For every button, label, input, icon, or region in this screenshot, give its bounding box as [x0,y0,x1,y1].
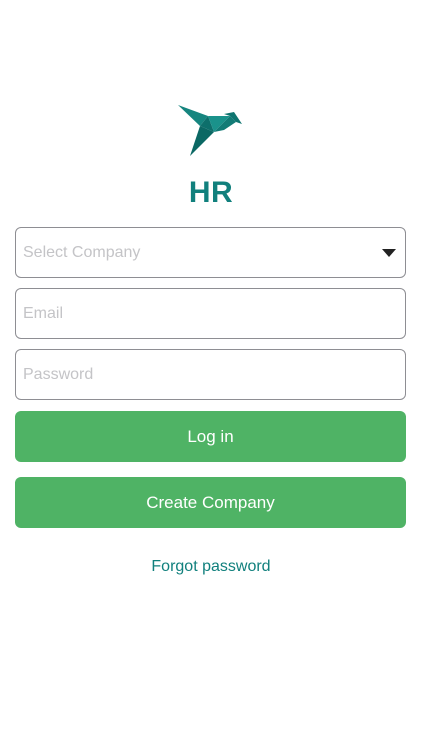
caret-down-icon[interactable] [382,249,396,257]
bird-logo-icon [176,102,246,158]
create-company-button[interactable]: Create Company [15,477,406,528]
email-field[interactable]: Email [15,288,406,339]
password-field[interactable]: Password [15,349,406,400]
company-select-placeholder: Select Company [23,243,141,261]
login-button[interactable]: Log in [15,411,406,462]
email-placeholder: Email [23,304,64,322]
company-select[interactable]: Select Company [15,227,406,278]
app-title: HR [188,176,234,209]
password-placeholder: Password [23,365,94,383]
forgot-password-link[interactable]: Forgot password [0,558,422,576]
